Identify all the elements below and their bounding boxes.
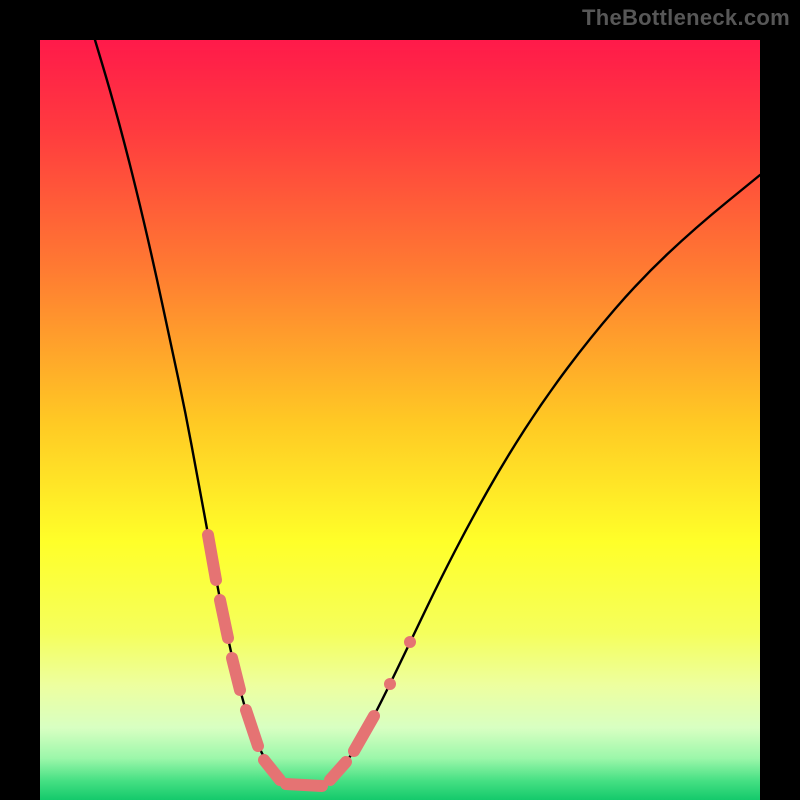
chart-frame: TheBottleneck.com: [0, 0, 800, 800]
highlight-segment: [286, 784, 322, 786]
chart-svg: [0, 0, 800, 800]
highlight-segment: [220, 600, 228, 638]
highlight-segment: [232, 658, 240, 690]
watermark-label: TheBottleneck.com: [582, 5, 790, 31]
plot-background: [40, 40, 760, 800]
highlight-segment: [208, 535, 216, 580]
